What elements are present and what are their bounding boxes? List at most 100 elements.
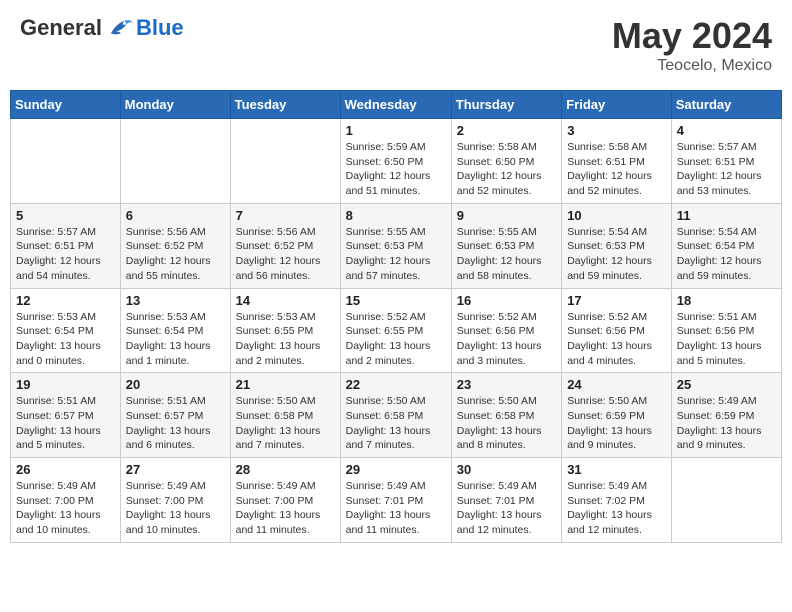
calendar-cell: 9Sunrise: 5:55 AM Sunset: 6:53 PM Daylig… xyxy=(451,203,561,288)
day-info: Sunrise: 5:58 AM Sunset: 6:50 PM Dayligh… xyxy=(457,140,556,199)
calendar-cell: 23 Sunrise: 5:50 AM Sunset: 6:58 PM Dayli… xyxy=(451,373,561,458)
calendar-cell: 30 Sunrise: 5:49 AM Sunset: 7:01 PM Dayli… xyxy=(451,458,561,543)
day-number: 28 xyxy=(236,462,335,477)
day-info: Sunrise: 5:54 AM Sunset: 6:53 PM Dayligh… xyxy=(567,225,666,284)
day-info: Sunrise: 5:52 AM Sunset: 6:56 PM Dayligh… xyxy=(457,310,556,369)
day-header-monday: Monday xyxy=(120,91,230,119)
calendar-cell: 3 Sunrise: 5:58 AM Sunset: 6:51 PM Daylig… xyxy=(562,119,672,204)
day-number: 15 xyxy=(346,293,446,308)
location: Teocelo, Mexico xyxy=(612,57,772,75)
day-info: Sunrise: 5:56 AM Sunset: 6:52 PM Dayligh… xyxy=(236,225,335,284)
day-info: Sunrise: 5:49 AM Sunset: 7:01 PM Dayligh… xyxy=(346,479,446,538)
calendar-cell: 21Sunrise: 5:50 AM Sunset: 6:58 PM Dayli… xyxy=(230,373,340,458)
day-info: Sunrise: 5:55 AM Sunset: 6:53 PM Dayligh… xyxy=(346,225,446,284)
day-info: Sunrise: 5:49 AM Sunset: 6:59 PM Dayligh… xyxy=(677,394,776,453)
day-number: 14 xyxy=(236,293,335,308)
logo-blue-text: Blue xyxy=(136,15,184,41)
day-number: 3 xyxy=(567,123,666,138)
day-number: 10 xyxy=(567,208,666,223)
day-number: 2 xyxy=(457,123,556,138)
title-section: May 2024 Teocelo, Mexico xyxy=(612,15,772,75)
calendar-cell: 5 Sunrise: 5:57 AM Sunset: 6:51 PM Daylig… xyxy=(11,203,121,288)
day-number: 25 xyxy=(677,377,776,392)
day-number: 7 xyxy=(236,208,335,223)
calendar-cell: 25 Sunrise: 5:49 AM Sunset: 6:59 PM Dayli… xyxy=(671,373,781,458)
calendar-cell: 31Sunrise: 5:49 AM Sunset: 7:02 PM Dayli… xyxy=(562,458,672,543)
day-number: 9 xyxy=(457,208,556,223)
day-number: 4 xyxy=(677,123,776,138)
day-header-tuesday: Tuesday xyxy=(230,91,340,119)
day-info: Sunrise: 5:51 AM Sunset: 6:57 PM Dayligh… xyxy=(16,394,115,453)
day-header-friday: Friday xyxy=(562,91,672,119)
day-number: 6 xyxy=(126,208,225,223)
day-info: Sunrise: 5:53 AM Sunset: 6:54 PM Dayligh… xyxy=(16,310,115,369)
day-number: 19 xyxy=(16,377,115,392)
day-number: 16 xyxy=(457,293,556,308)
calendar-cell: 16 Sunrise: 5:52 AM Sunset: 6:56 PM Dayli… xyxy=(451,288,561,373)
calendar-cell xyxy=(230,119,340,204)
day-header-sunday: Sunday xyxy=(11,91,121,119)
page-header: General Blue May 2024 Teocelo, Mexico xyxy=(10,10,782,80)
calendar-cell: 28Sunrise: 5:49 AM Sunset: 7:00 PM Dayli… xyxy=(230,458,340,543)
day-header-wednesday: Wednesday xyxy=(340,91,451,119)
calendar-cell: 10 Sunrise: 5:54 AM Sunset: 6:53 PM Dayli… xyxy=(562,203,672,288)
calendar-header-row: SundayMondayTuesdayWednesdayThursdayFrid… xyxy=(11,91,782,119)
day-number: 31 xyxy=(567,462,666,477)
calendar-cell: 22Sunrise: 5:50 AM Sunset: 6:58 PM Dayli… xyxy=(340,373,451,458)
day-info: Sunrise: 5:58 AM Sunset: 6:51 PM Dayligh… xyxy=(567,140,666,199)
calendar-cell: 6 Sunrise: 5:56 AM Sunset: 6:52 PM Daylig… xyxy=(120,203,230,288)
day-number: 17 xyxy=(567,293,666,308)
day-info: Sunrise: 5:50 AM Sunset: 6:58 PM Dayligh… xyxy=(236,394,335,453)
calendar-cell: 20 Sunrise: 5:51 AM Sunset: 6:57 PM Dayli… xyxy=(120,373,230,458)
calendar-cell xyxy=(120,119,230,204)
logo: General Blue xyxy=(20,15,184,41)
day-header-thursday: Thursday xyxy=(451,91,561,119)
day-info: Sunrise: 5:51 AM Sunset: 6:57 PM Dayligh… xyxy=(126,394,225,453)
day-number: 12 xyxy=(16,293,115,308)
calendar-cell: 29Sunrise: 5:49 AM Sunset: 7:01 PM Dayli… xyxy=(340,458,451,543)
calendar-cell: 13 Sunrise: 5:53 AM Sunset: 6:54 PM Dayli… xyxy=(120,288,230,373)
calendar-week-row: 26Sunrise: 5:49 AM Sunset: 7:00 PM Dayli… xyxy=(11,458,782,543)
day-info: Sunrise: 5:56 AM Sunset: 6:52 PM Dayligh… xyxy=(126,225,225,284)
calendar-table: SundayMondayTuesdayWednesdayThursdayFrid… xyxy=(10,90,782,543)
day-info: Sunrise: 5:54 AM Sunset: 6:54 PM Dayligh… xyxy=(677,225,776,284)
calendar-cell: 17Sunrise: 5:52 AM Sunset: 6:56 PM Dayli… xyxy=(562,288,672,373)
calendar-cell: 15Sunrise: 5:52 AM Sunset: 6:55 PM Dayli… xyxy=(340,288,451,373)
month-title: May 2024 xyxy=(612,15,772,57)
day-info: Sunrise: 5:49 AM Sunset: 7:00 PM Dayligh… xyxy=(126,479,225,538)
day-info: Sunrise: 5:50 AM Sunset: 6:58 PM Dayligh… xyxy=(346,394,446,453)
day-info: Sunrise: 5:49 AM Sunset: 7:00 PM Dayligh… xyxy=(16,479,115,538)
calendar-cell: 14 Sunrise: 5:53 AM Sunset: 6:55 PM Dayli… xyxy=(230,288,340,373)
calendar-week-row: 1Sunrise: 5:59 AM Sunset: 6:50 PM Daylig… xyxy=(11,119,782,204)
day-number: 24 xyxy=(567,377,666,392)
day-info: Sunrise: 5:49 AM Sunset: 7:01 PM Dayligh… xyxy=(457,479,556,538)
calendar-cell: 26Sunrise: 5:49 AM Sunset: 7:00 PM Dayli… xyxy=(11,458,121,543)
calendar-cell: 11 Sunrise: 5:54 AM Sunset: 6:54 PM Dayli… xyxy=(671,203,781,288)
calendar-week-row: 12 Sunrise: 5:53 AM Sunset: 6:54 PM Dayli… xyxy=(11,288,782,373)
day-info: Sunrise: 5:57 AM Sunset: 6:51 PM Dayligh… xyxy=(16,225,115,284)
logo-bird-icon xyxy=(106,17,134,39)
day-number: 20 xyxy=(126,377,225,392)
calendar-cell: 24 Sunrise: 5:50 AM Sunset: 6:59 PM Dayli… xyxy=(562,373,672,458)
day-number: 18 xyxy=(677,293,776,308)
day-number: 1 xyxy=(346,123,446,138)
calendar-cell: 7 Sunrise: 5:56 AM Sunset: 6:52 PM Daylig… xyxy=(230,203,340,288)
day-number: 13 xyxy=(126,293,225,308)
day-info: Sunrise: 5:50 AM Sunset: 6:59 PM Dayligh… xyxy=(567,394,666,453)
day-header-saturday: Saturday xyxy=(671,91,781,119)
calendar-cell: 18 Sunrise: 5:51 AM Sunset: 6:56 PM Dayli… xyxy=(671,288,781,373)
day-number: 11 xyxy=(677,208,776,223)
day-number: 30 xyxy=(457,462,556,477)
day-info: Sunrise: 5:53 AM Sunset: 6:55 PM Dayligh… xyxy=(236,310,335,369)
calendar-week-row: 5 Sunrise: 5:57 AM Sunset: 6:51 PM Daylig… xyxy=(11,203,782,288)
day-info: Sunrise: 5:50 AM Sunset: 6:58 PM Dayligh… xyxy=(457,394,556,453)
calendar-cell xyxy=(11,119,121,204)
day-info: Sunrise: 5:51 AM Sunset: 6:56 PM Dayligh… xyxy=(677,310,776,369)
calendar-cell: 27Sunrise: 5:49 AM Sunset: 7:00 PM Dayli… xyxy=(120,458,230,543)
day-number: 5 xyxy=(16,208,115,223)
day-number: 23 xyxy=(457,377,556,392)
day-info: Sunrise: 5:57 AM Sunset: 6:51 PM Dayligh… xyxy=(677,140,776,199)
day-info: Sunrise: 5:53 AM Sunset: 6:54 PM Dayligh… xyxy=(126,310,225,369)
calendar-cell: 12 Sunrise: 5:53 AM Sunset: 6:54 PM Dayli… xyxy=(11,288,121,373)
calendar-cell: 4 Sunrise: 5:57 AM Sunset: 6:51 PM Daylig… xyxy=(671,119,781,204)
